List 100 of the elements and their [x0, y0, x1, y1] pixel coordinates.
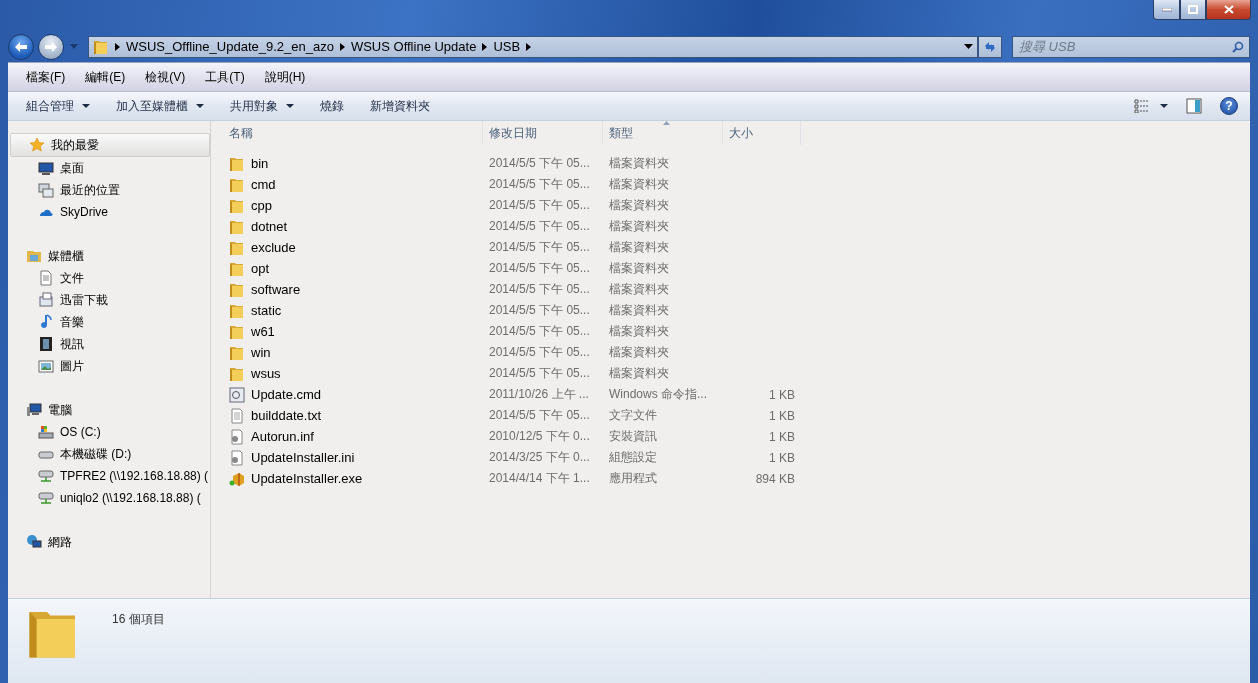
type-cell-text: 檔案資料夾	[608, 302, 670, 319]
folder-icon	[229, 302, 245, 319]
close-button[interactable]	[1206, 0, 1251, 20]
preview-pane-button[interactable]	[1186, 98, 1202, 114]
sidebar-item[interactable]: 桌面	[8, 157, 210, 179]
command-button[interactable]: 組合管理	[16, 94, 100, 118]
sidebar-item[interactable]: 音樂	[8, 311, 210, 333]
column-header[interactable]: 大小	[723, 121, 801, 145]
sidebar-item[interactable]: TPFRE2 (\\192.168.18.88) (	[8, 465, 210, 487]
type-cell-text: 檔案資料夾	[608, 218, 670, 235]
menu-item[interactable]: 檢視(V)	[137, 66, 194, 88]
file-name[interactable]: builddate.txt	[211, 407, 483, 424]
sidebar-item[interactable]: 圖片	[8, 355, 210, 377]
caret-icon	[70, 44, 78, 49]
sidebar-item[interactable]: 迅雷下載	[8, 289, 210, 311]
sidebar-item[interactable]: OS (C:)	[8, 421, 210, 443]
folder-icon	[229, 218, 245, 235]
type-cell-text: 組態設定	[608, 449, 658, 466]
sidebar-label: 文件	[60, 269, 84, 287]
file-name[interactable]: UpdateInstaller.exe	[211, 470, 483, 487]
settings-file-icon	[229, 428, 245, 445]
sidebar-item[interactable]: SkyDrive	[8, 201, 210, 223]
chevron-icon[interactable]	[115, 42, 120, 51]
date-cell-text: 2014/5/5 下午 05...	[488, 302, 591, 319]
command-button[interactable]: 新增資料夾	[360, 94, 440, 118]
view-options-button[interactable]	[1134, 99, 1168, 113]
sidebar-item[interactable]: uniqlo2 (\\192.168.18.88) (	[8, 487, 210, 509]
command-button[interactable]: 加入至媒體櫃	[106, 94, 214, 118]
size-cell-text: 894 KB	[754, 471, 796, 486]
sidebar-group[interactable]: 電腦	[8, 399, 210, 421]
folder-icon	[229, 176, 245, 193]
folder-icon	[229, 344, 245, 361]
date-cell-text: 2014/3/25 下午 0...	[488, 449, 591, 466]
type-cell-text: 檔案資料夾	[608, 344, 670, 361]
sidebar-item[interactable]: 本機磁碟 (D:)	[8, 443, 210, 465]
sidebar-label: 我的最愛	[51, 136, 99, 154]
search-icon[interactable]	[1232, 40, 1244, 53]
breadcrumb[interactable]: WSUS Offline Update	[350, 39, 477, 54]
refresh-button[interactable]	[978, 35, 1002, 58]
file-name[interactable]: static	[211, 302, 483, 319]
command-button[interactable]: 燒錄	[310, 94, 354, 118]
file-name[interactable]: Autorun.inf	[211, 428, 483, 445]
size-cell-text: 1 KB	[768, 450, 796, 465]
sidebar-group[interactable]: 我的最愛	[10, 133, 210, 157]
file-name[interactable]: cmd	[211, 176, 483, 193]
type-cell-text: 檔案資料夾	[608, 239, 670, 256]
date-cell-text: 2014/5/5 下午 05...	[488, 260, 591, 277]
network-icon	[26, 534, 42, 550]
sidebar-item[interactable]: 文件	[8, 267, 210, 289]
sidebar-group[interactable]: 媒體櫃	[8, 245, 210, 267]
file-name[interactable]: UpdateInstaller.ini	[211, 449, 483, 466]
forward-button[interactable]	[38, 33, 64, 60]
file-name[interactable]: Update.cmd	[211, 386, 483, 403]
chevron-icon[interactable]	[526, 42, 532, 51]
address-bar[interactable]: WSUS_Offline_Update_9.2_en_azo WSUS Offline Update USB	[88, 35, 978, 58]
sidebar-group[interactable]: 網路	[8, 531, 210, 553]
file-name[interactable]: win	[211, 344, 483, 361]
type-cell-text: 檔案資料夾	[608, 197, 670, 214]
folder-icon	[229, 323, 245, 340]
menu-item[interactable]: 說明(H)	[256, 66, 314, 88]
back-button[interactable]	[8, 33, 34, 60]
document-icon	[38, 270, 54, 286]
date-cell-text: 2014/5/5 下午 05...	[488, 176, 591, 193]
breadcrumb[interactable]: USB	[493, 39, 521, 54]
date-cell-text: 2014/5/5 下午 05...	[488, 218, 591, 235]
installer-icon	[229, 470, 245, 487]
column-header[interactable]: 名稱	[211, 121, 483, 145]
network-drive-icon	[38, 468, 54, 484]
file-name[interactable]: cpp	[211, 197, 483, 214]
file-name[interactable]: wsus	[211, 365, 483, 382]
search-field[interactable]: 搜尋 USB	[1012, 35, 1250, 58]
chevron-icon[interactable]	[482, 42, 488, 51]
help-button[interactable]: ?	[1220, 97, 1238, 115]
menu-item[interactable]: 工具(T)	[197, 66, 253, 88]
download-icon	[38, 292, 54, 308]
maximize-button[interactable]	[1180, 0, 1206, 20]
chevron-icon[interactable]	[339, 42, 345, 51]
date-cell-text: 2014/5/5 下午 05...	[488, 197, 591, 214]
folder-icon	[229, 155, 245, 172]
file-name[interactable]: dotnet	[211, 218, 483, 235]
command-button[interactable]: 共用對象	[220, 94, 304, 118]
sidebar-item[interactable]: 視訊	[8, 333, 210, 355]
sidebar-label: 媒體櫃	[48, 247, 84, 265]
close-icon	[1223, 5, 1234, 14]
dropdown-icon[interactable]	[964, 44, 973, 49]
minimize-button[interactable]	[1153, 0, 1180, 20]
file-name[interactable]: w61	[211, 323, 483, 340]
text-file-icon	[229, 407, 245, 424]
file-name[interactable]: exclude	[211, 239, 483, 256]
menu-item[interactable]: 編輯(E)	[77, 66, 134, 88]
column-header[interactable]: 類型	[603, 121, 723, 145]
type-cell-text: 應用程式	[608, 470, 658, 487]
file-name[interactable]: opt	[211, 260, 483, 277]
file-name[interactable]: software	[211, 281, 483, 298]
sidebar-item[interactable]: 最近的位置	[8, 179, 210, 201]
breadcrumb[interactable]: WSUS_Offline_Update_9.2_en_azo	[126, 39, 334, 54]
file-name[interactable]: bin	[211, 155, 483, 172]
date-cell-text: 2010/12/5 下午 0...	[488, 428, 591, 445]
menu-item[interactable]: 檔案(F)	[18, 66, 74, 88]
column-header[interactable]: 修改日期	[483, 121, 603, 145]
